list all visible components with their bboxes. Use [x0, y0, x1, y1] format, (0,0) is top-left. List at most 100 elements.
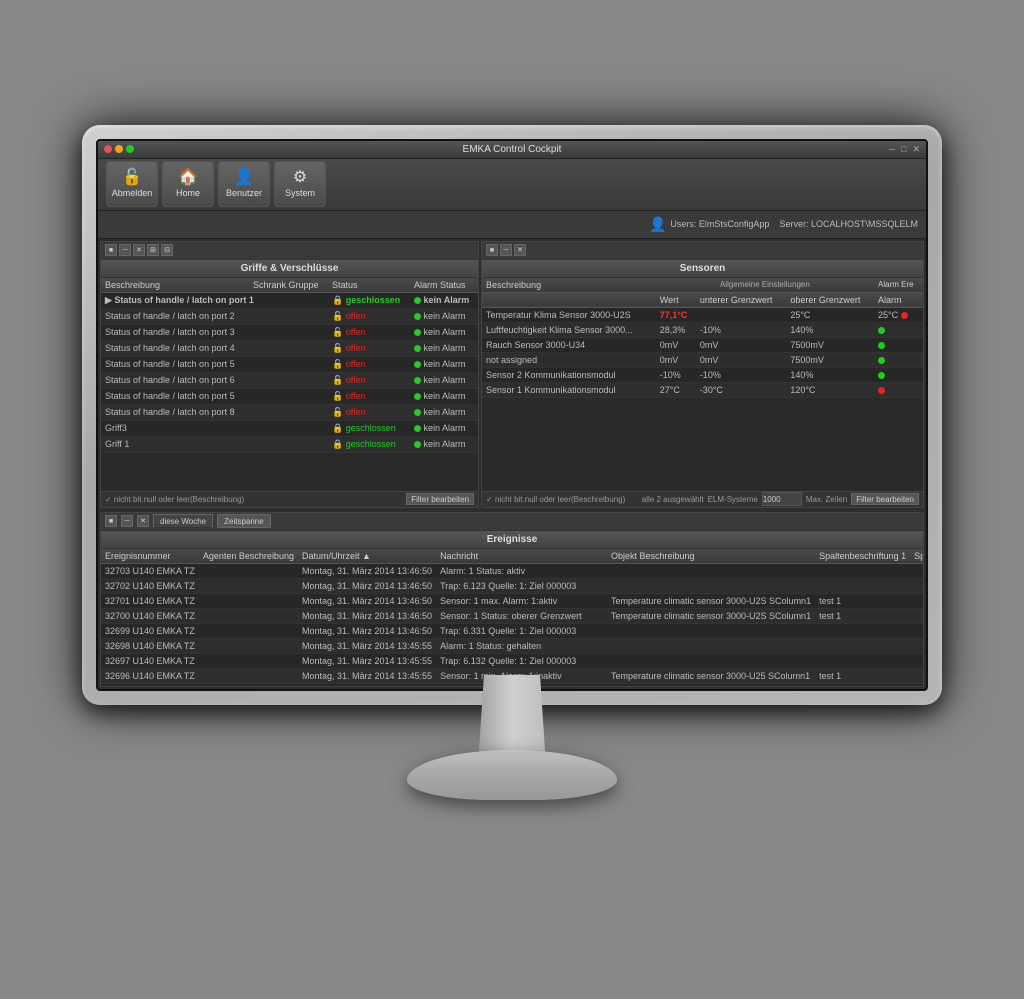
sensor-wert: 27°C	[656, 382, 696, 397]
ereignis-obj: Temperature climatic sensor 3000-U25 SCo…	[607, 668, 815, 683]
row-alarm: kein Alarm	[410, 372, 478, 388]
sensoren-col-beschreibung[interactable]: Beschreibung	[482, 278, 656, 293]
window-buttons[interactable]: ─ □ ✕	[887, 144, 922, 155]
row-gruppe	[249, 308, 328, 324]
sensor-alarm	[874, 352, 923, 367]
sensoren-toolbar-btn3[interactable]: ✕	[514, 244, 526, 256]
ereignisse-col-obj[interactable]: Objekt Beschreibung	[607, 549, 815, 564]
sensor-unterer: -10%	[696, 322, 787, 337]
row-alarm: kein Alarm	[410, 308, 478, 324]
griffe-toolbar-btn2[interactable]: ─	[119, 244, 131, 256]
sensor-oberer: 140%	[786, 322, 874, 337]
table-row: 32699 U140 EMKA TZ Montag, 31. März 2014…	[101, 623, 923, 638]
sensoren-col-wert[interactable]: Wert	[656, 292, 696, 307]
table-row: Sensor 1 Kommunikationsmodul 27°C -30°C …	[482, 382, 923, 397]
sensoren-col-oberer[interactable]: oberer Grenzwert	[786, 292, 874, 307]
sensor-unterer	[696, 307, 787, 322]
table-row: 32703 U140 EMKA TZ Montag, 31. März 2014…	[101, 563, 923, 578]
ereignisse-toolbar-btn3[interactable]: ✕	[137, 515, 149, 527]
ereignisse-toolbar: ■ ─ ✕ diese Woche Zeitspanne	[101, 513, 923, 531]
abmelden-label: Abmelden	[112, 188, 153, 198]
home-button[interactable]: 🏠 Home	[162, 161, 214, 207]
system-icon: ⚙	[293, 170, 307, 186]
griffe-filter-button[interactable]: Filter bearbeiten	[406, 493, 474, 505]
table-row: Status of handle / latch on port 8 🔓 off…	[101, 404, 478, 420]
sensor-desc: not assigned	[482, 352, 656, 367]
sensoren-col-unterer[interactable]: unterer Grenzwert	[696, 292, 787, 307]
sensor-alarm	[874, 337, 923, 352]
table-row: Griff 1 🔒 geschlossen kein Alarm	[101, 436, 478, 452]
abmelden-button[interactable]: 🔓 Abmelden	[106, 161, 158, 207]
ereignis-date: Montag, 31. März 2014 13:45:55	[298, 668, 436, 683]
griffe-col-gruppe[interactable]: Schrank Gruppe	[249, 278, 328, 293]
window-controls[interactable]	[104, 145, 134, 153]
close-dot[interactable]	[104, 145, 112, 153]
row-status: 🔓 offen	[328, 404, 410, 420]
row-desc: Status of handle / latch on port 4	[101, 340, 249, 356]
ereignisse-col-msg[interactable]: Nachricht	[436, 549, 607, 564]
row-status: 🔓 offen	[328, 372, 410, 388]
ereignis-date: Montag, 31. März 2014 13:45:55	[298, 653, 436, 668]
sensoren-toolbar-btn1[interactable]: ■	[486, 244, 498, 256]
griffe-toolbar-btn4[interactable]: ⊞	[147, 244, 159, 256]
griffe-col-beschreibung[interactable]: Beschreibung	[101, 278, 249, 293]
griffe-toolbar-btn5[interactable]: ⊟	[161, 244, 173, 256]
sensor-desc: Luftfeuchtigkeit Klima Sensor 3000...	[482, 322, 656, 337]
restore-button[interactable]: □	[899, 144, 908, 155]
row-desc: Status of handle / latch on port 3	[101, 324, 249, 340]
close-button[interactable]: ✕	[910, 144, 922, 155]
griffe-col-status[interactable]: Status	[328, 278, 410, 293]
ereignis-nr: 32700 U140 EMKA TZ	[101, 608, 199, 623]
sensoren-count: alle 2 ausgewählt	[642, 495, 704, 504]
ereignis-msg: Alarm: 1 Status: gehalten	[436, 638, 607, 653]
ereignisse-toolbar-btn1[interactable]: ■	[105, 515, 117, 527]
sensoren-col-alarm[interactable]: Alarm	[874, 292, 923, 307]
ereignis-nr: 32696 U140 EMKA TZ	[101, 668, 199, 683]
sensor-wert: 0mV	[656, 352, 696, 367]
sensoren-toolbar: ■ ─ ✕	[482, 242, 923, 260]
sensoren-subheader-general: Allgemeine Einstellungen	[656, 278, 874, 293]
ereignis-val1	[910, 563, 923, 578]
app-container: EMKA Control Cockpit ─ □ ✕ 🔓 Abmelden 🏠	[98, 141, 926, 689]
sensor-oberer: 120°C	[786, 382, 874, 397]
minimize-button[interactable]: ─	[887, 144, 897, 155]
sensoren-filter-bar: ✓ nicht bit.null oder leer(Beschreibung)…	[482, 491, 923, 507]
ereignis-msg: Trap: 6.123 Quelle: 1: Ziel 000003	[436, 578, 607, 593]
ereignisse-col-nr[interactable]: Ereignisnummer	[101, 549, 199, 564]
sensoren-filter-button[interactable]: Filter bearbeiten	[851, 493, 919, 505]
benutzer-button[interactable]: 👤 Benutzer	[218, 161, 270, 207]
ereignis-date: Montag, 31. März 2014 13:46:50	[298, 608, 436, 623]
row-status: 🔒 geschlossen	[328, 436, 410, 452]
max-zeilen-label: Max. Zeilen	[806, 495, 847, 504]
ereignisse-col-agent[interactable]: Agenten Beschreibung	[199, 549, 298, 564]
griffe-toolbar-btn3[interactable]: ✕	[133, 244, 145, 256]
sensoren-toolbar-btn2[interactable]: ─	[500, 244, 512, 256]
minimize-dot[interactable]	[115, 145, 123, 153]
title-bar: EMKA Control Cockpit ─ □ ✕	[98, 141, 926, 159]
ereignisse-col-spalt1[interactable]: Spaltenbeschriftung 1	[815, 549, 910, 564]
tab-diese-woche[interactable]: diese Woche	[153, 514, 213, 528]
ereignis-agent	[199, 563, 298, 578]
griffe-toolbar-btn1[interactable]: ■	[105, 244, 117, 256]
row-alarm: kein Alarm	[410, 404, 478, 420]
maximize-dot[interactable]	[126, 145, 134, 153]
ereignisse-col-date[interactable]: Datum/Uhrzeit ▲	[298, 549, 436, 564]
ereignisse-col-val1[interactable]: Spalte 1	[910, 549, 923, 564]
ereignis-msg: Trap: 6.331 Quelle: 1: Ziel 000003	[436, 623, 607, 638]
griffe-header: Griffe & Verschlüsse	[101, 260, 478, 278]
system-button[interactable]: ⚙ System	[274, 161, 326, 207]
window-title: EMKA Control Cockpit	[463, 144, 562, 155]
row-alarm: kein Alarm	[410, 324, 478, 340]
sensor-wert: 77,1°C	[656, 307, 696, 322]
row-status: 🔓 offen	[328, 324, 410, 340]
sensor-wert: 0mV	[656, 337, 696, 352]
ereignisse-toolbar-btn2[interactable]: ─	[121, 515, 133, 527]
elm-input[interactable]	[762, 492, 802, 506]
row-desc: Griff 1	[101, 436, 249, 452]
sensor-alarm	[874, 367, 923, 382]
table-row: Status of handle / latch on port 4 🔓 off…	[101, 340, 478, 356]
griffe-col-alarm[interactable]: Alarm Status	[410, 278, 478, 293]
row-desc: Status of handle / latch on port 5	[101, 388, 249, 404]
tab-zeitspanne[interactable]: Zeitspanne	[217, 514, 271, 528]
ereignis-date: Montag, 31. März 2014 13:46:50	[298, 563, 436, 578]
